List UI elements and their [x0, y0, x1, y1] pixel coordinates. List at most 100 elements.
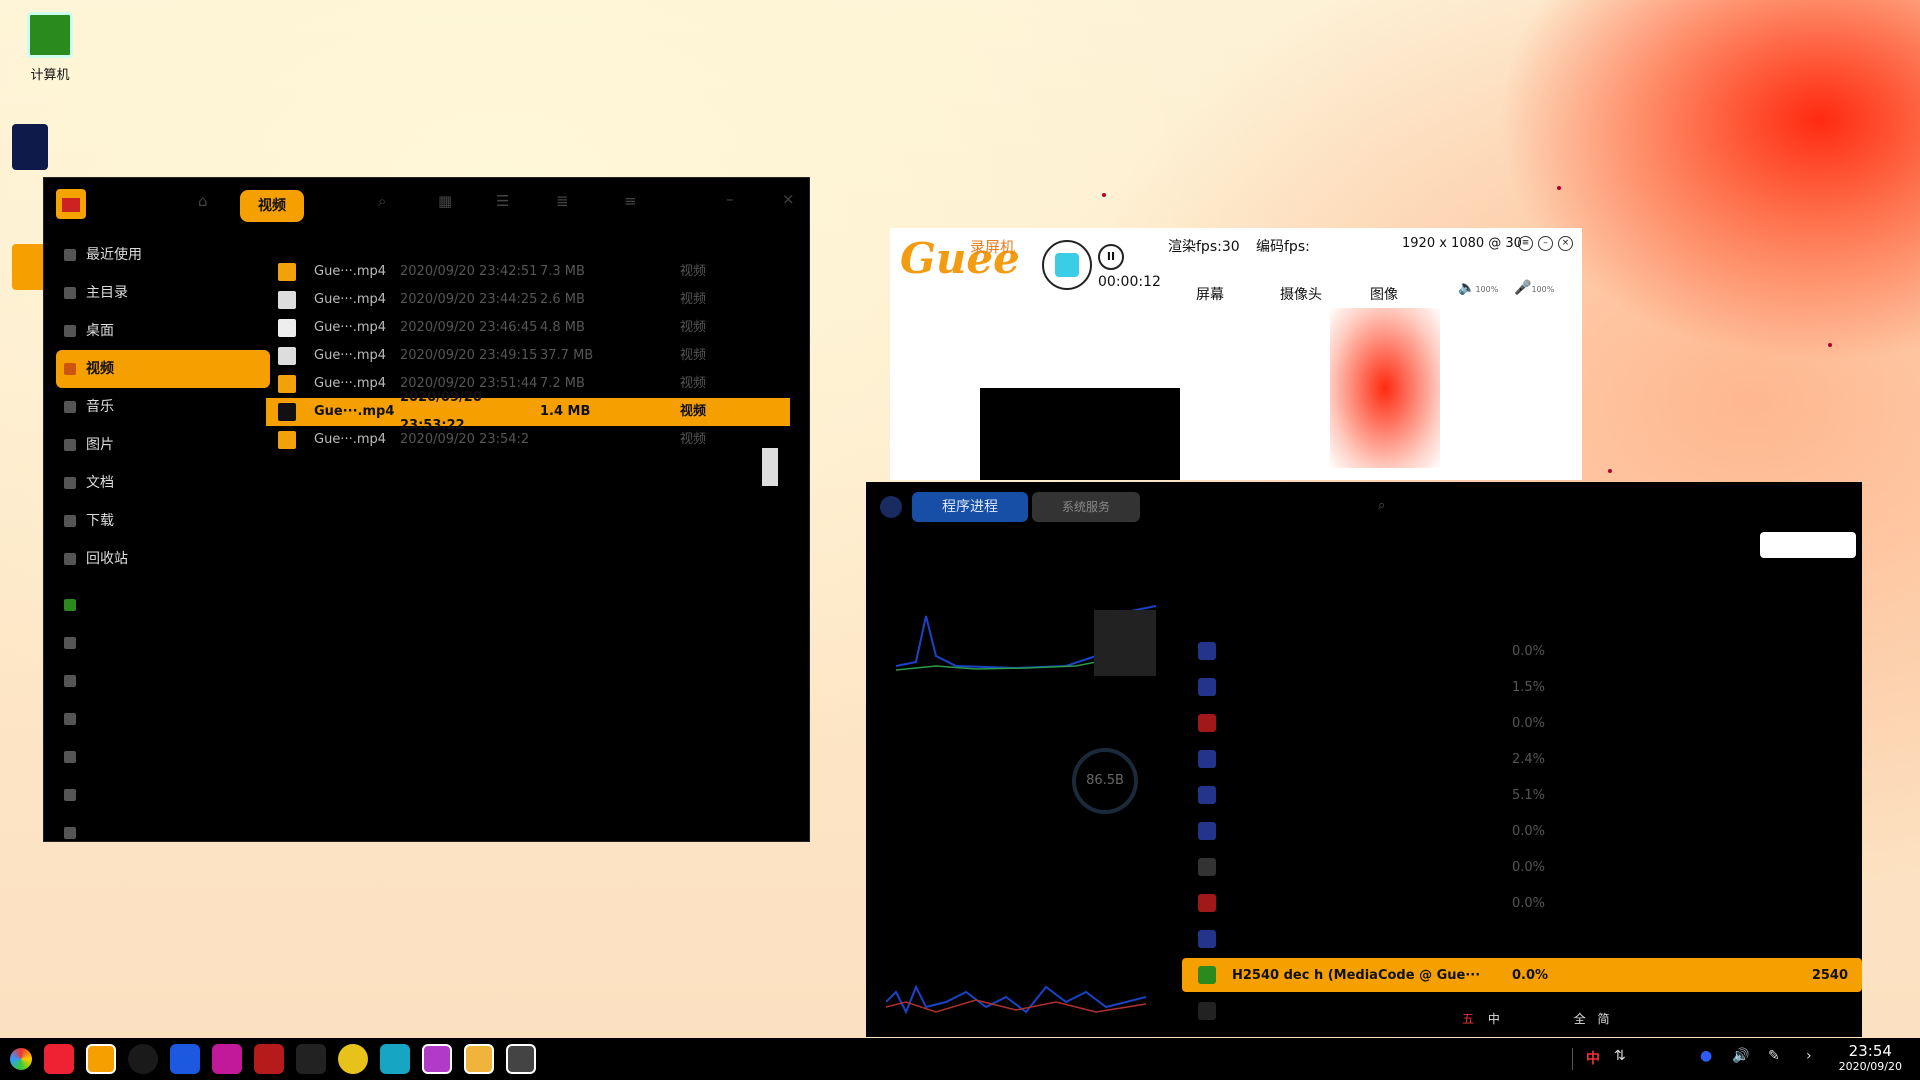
file-row[interactable]: Gue···.mp4 2020/09/20 23:42:51 7.3 MB 视频	[266, 258, 790, 286]
process-row[interactable]: 0.0%	[1182, 850, 1862, 884]
app-icon[interactable]	[296, 1044, 326, 1074]
scrollbar[interactable]	[762, 448, 778, 486]
file-size: 7.2 MB	[540, 376, 585, 391]
clock-time: 23:54	[1848, 1042, 1892, 1060]
process-icon	[1198, 786, 1216, 804]
process-icon	[1198, 642, 1216, 660]
sidebar-item-disk[interactable]	[56, 662, 270, 700]
file-row[interactable]: Gue···.mp4 2020/09/20 23:46:45 4.8 MB 视频	[266, 314, 790, 342]
clock[interactable]: 23:54 2020/09/20	[1839, 1042, 1902, 1073]
process-row[interactable]: 2.4%	[1182, 742, 1862, 776]
file-manager-app-icon[interactable]	[86, 1044, 116, 1074]
view-switch[interactable]	[1760, 532, 1856, 558]
breadcrumb-videos[interactable]: 视频	[240, 190, 304, 222]
settings-icon[interactable]: ≡	[1518, 236, 1533, 251]
sidebar-item-home[interactable]: 主目录	[56, 274, 270, 312]
process-row[interactable]: 0.0%	[1182, 814, 1862, 848]
tab-services[interactable]: 系统服务	[1032, 492, 1141, 522]
app-icon[interactable]	[338, 1044, 368, 1074]
app-icon[interactable]	[128, 1044, 158, 1074]
sidebar-item-label: 主目录	[86, 285, 128, 301]
file-date: 2020/09/20 23:49:15	[400, 348, 538, 363]
desktop-icon-trash[interactable]	[10, 124, 50, 176]
tab-camera[interactable]: 摄像头	[1280, 284, 1322, 304]
ime-chinese[interactable]: 中	[1488, 1012, 1500, 1026]
process-icon	[1198, 714, 1216, 732]
bluetooth-icon[interactable]: ●	[1700, 1048, 1712, 1064]
menu-icon[interactable]: ≡	[624, 192, 637, 210]
process-row[interactable]: 0.0%	[1182, 634, 1862, 668]
file-type: 视频	[680, 264, 707, 279]
process-icon	[1198, 966, 1216, 984]
tab-screen[interactable]: 屏幕	[1196, 284, 1224, 304]
sidebar-item-documents[interactable]: 文档	[56, 464, 270, 502]
home-icon[interactable]: ⌂	[198, 192, 208, 210]
sidebar-item-disk[interactable]	[56, 814, 270, 852]
pen-icon[interactable]: ✎	[1768, 1048, 1780, 1064]
ime-wubi[interactable]: 五	[1462, 1012, 1474, 1026]
volume-icon[interactable]: 🔊	[1732, 1048, 1749, 1064]
file-row[interactable]: Gue···.mp4 2020/09/20 23:54:2 视频	[266, 426, 790, 454]
process-row[interactable]: 5.1%	[1182, 778, 1862, 812]
ime-fullwidth[interactable]: 全	[1574, 1012, 1586, 1026]
file-row[interactable]: Gue···.mp4 2020/09/20 23:44:25 2.6 MB 视频	[266, 286, 790, 314]
stop-record-button[interactable]	[1042, 240, 1092, 290]
download-icon	[64, 515, 76, 527]
icon-view-icon[interactable]: ▦	[438, 192, 452, 210]
app-icon[interactable]	[44, 1044, 74, 1074]
process-row[interactable]	[1182, 922, 1862, 956]
launcher-icon[interactable]	[10, 1048, 32, 1070]
disk-icon	[64, 827, 76, 839]
close-icon[interactable]: ×	[1558, 236, 1573, 251]
minimize-icon[interactable]: –	[1538, 236, 1553, 251]
sidebar-item-disk[interactable]	[56, 776, 270, 814]
ime-simplified[interactable]: 简	[1598, 1012, 1610, 1026]
sidebar-item-videos[interactable]: 视频	[56, 350, 270, 388]
file-row[interactable]: Gue···.mp4 2020/09/20 23:49:15 37.7 MB 视…	[266, 342, 790, 370]
process-cpu: 5.1%	[1512, 787, 1546, 803]
process-row-selected[interactable]: H2540 dec h (MediaCode @ Gue··· 0.0% 254…	[1182, 958, 1862, 992]
search-icon[interactable]: ⌕	[378, 192, 386, 210]
video-file-icon	[278, 431, 296, 449]
app-icon[interactable]	[422, 1044, 452, 1074]
sidebar-item-music[interactable]: 音乐	[56, 388, 270, 426]
close-icon[interactable]: ×	[782, 190, 795, 208]
search-box[interactable]: ⌕	[1378, 498, 1385, 513]
details-icon[interactable]: ≣	[556, 192, 569, 210]
sidebar-item-pictures[interactable]: 图片	[56, 426, 270, 464]
process-row[interactable]: 0.0%	[1182, 706, 1862, 740]
sidebar-item-disk[interactable]	[56, 624, 270, 662]
process-row[interactable]: 0.0%	[1182, 886, 1862, 920]
tab-processes[interactable]: 程序进程	[912, 492, 1028, 522]
app-icon[interactable]	[506, 1044, 536, 1074]
sidebar-item-label: 下载	[86, 513, 114, 529]
terminal-app-icon[interactable]	[380, 1044, 410, 1074]
list-view-icon[interactable]: ☰	[496, 192, 509, 210]
network-icon[interactable]: ⇅	[1614, 1048, 1626, 1064]
sidebar-item-disk[interactable]	[56, 700, 270, 738]
recorder-app-icon[interactable]	[464, 1044, 494, 1074]
tray-ime[interactable]: 中	[1586, 1048, 1600, 1068]
speaker-volume[interactable]: 🔈100%	[1458, 280, 1498, 296]
app-icon[interactable]	[254, 1044, 284, 1074]
app-icon[interactable]	[170, 1044, 200, 1074]
sidebar-item-recent[interactable]: 最近使用	[56, 236, 270, 274]
process-row[interactable]: 1.5%	[1182, 670, 1862, 704]
tab-image[interactable]: 图像	[1370, 284, 1398, 304]
mic-volume[interactable]: 🎤100%	[1514, 280, 1554, 296]
minimize-icon[interactable]: –	[726, 190, 734, 208]
video-file-icon	[278, 291, 296, 309]
file-row-selected[interactable]: Gue···.mp4 2020/09/20 23:53:22 1.4 MB 视频	[266, 390, 790, 433]
expand-tray-icon[interactable]: ›	[1806, 1048, 1812, 1064]
sidebar-item-disk[interactable]	[56, 738, 270, 776]
pause-button[interactable]: II	[1098, 244, 1124, 270]
sidebar-item-computer[interactable]	[56, 586, 270, 624]
file-size: 7.3 MB	[540, 264, 585, 279]
app-icon[interactable]	[212, 1044, 242, 1074]
sidebar-item-downloads[interactable]: 下载	[56, 502, 270, 540]
ime-toolbar[interactable]: 五 中 全 简	[1462, 1010, 1610, 1027]
sidebar-item-desktop[interactable]: 桌面	[56, 312, 270, 350]
sidebar-item-trash[interactable]: 回收站	[56, 540, 270, 578]
document-icon	[64, 477, 76, 489]
desktop-icon-computer[interactable]: 计算机	[10, 12, 90, 83]
